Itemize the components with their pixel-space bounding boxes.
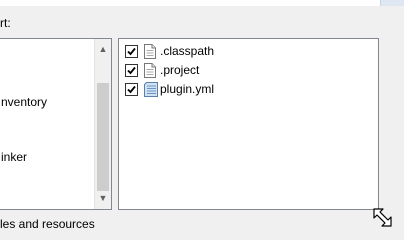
checkmark-icon (127, 85, 136, 93)
checkmark-icon (127, 66, 136, 74)
yml-file-icon (144, 81, 158, 97)
file-name: .project (160, 63, 200, 77)
file-checkbox[interactable] (125, 63, 138, 77)
scroll-down-icon[interactable]: ▼ (95, 190, 111, 207)
file-name: .classpath (160, 44, 215, 58)
section-label: rt: (0, 16, 11, 30)
checkmark-icon (127, 47, 136, 55)
folder-tree-list[interactable]: nventory inker ▲ ▼ (0, 38, 112, 210)
scroll-up-icon[interactable]: ▲ (95, 41, 111, 58)
files-and-resources-label: les and resources (0, 217, 95, 231)
text-file-icon (144, 62, 156, 78)
file-row[interactable]: plugin.yml (125, 80, 214, 98)
resize-cursor-icon (372, 206, 392, 234)
file-row[interactable]: .classpath (125, 42, 214, 60)
file-name: plugin.yml (160, 82, 215, 96)
text-file-icon (144, 43, 156, 59)
file-list[interactable]: .classpath .project plugin.yml (118, 38, 379, 210)
scroll-thumb[interactable] (97, 83, 109, 191)
file-checkbox[interactable] (125, 82, 138, 96)
list-item[interactable]: inker (1, 150, 27, 164)
window-top-strip (0, 0, 404, 6)
file-checkbox[interactable] (125, 44, 138, 58)
vertical-scrollbar[interactable]: ▲ ▼ (94, 39, 111, 209)
file-row[interactable]: .project (125, 61, 199, 79)
list-item[interactable]: nventory (1, 95, 47, 109)
window-corner-control[interactable] (380, 0, 404, 6)
